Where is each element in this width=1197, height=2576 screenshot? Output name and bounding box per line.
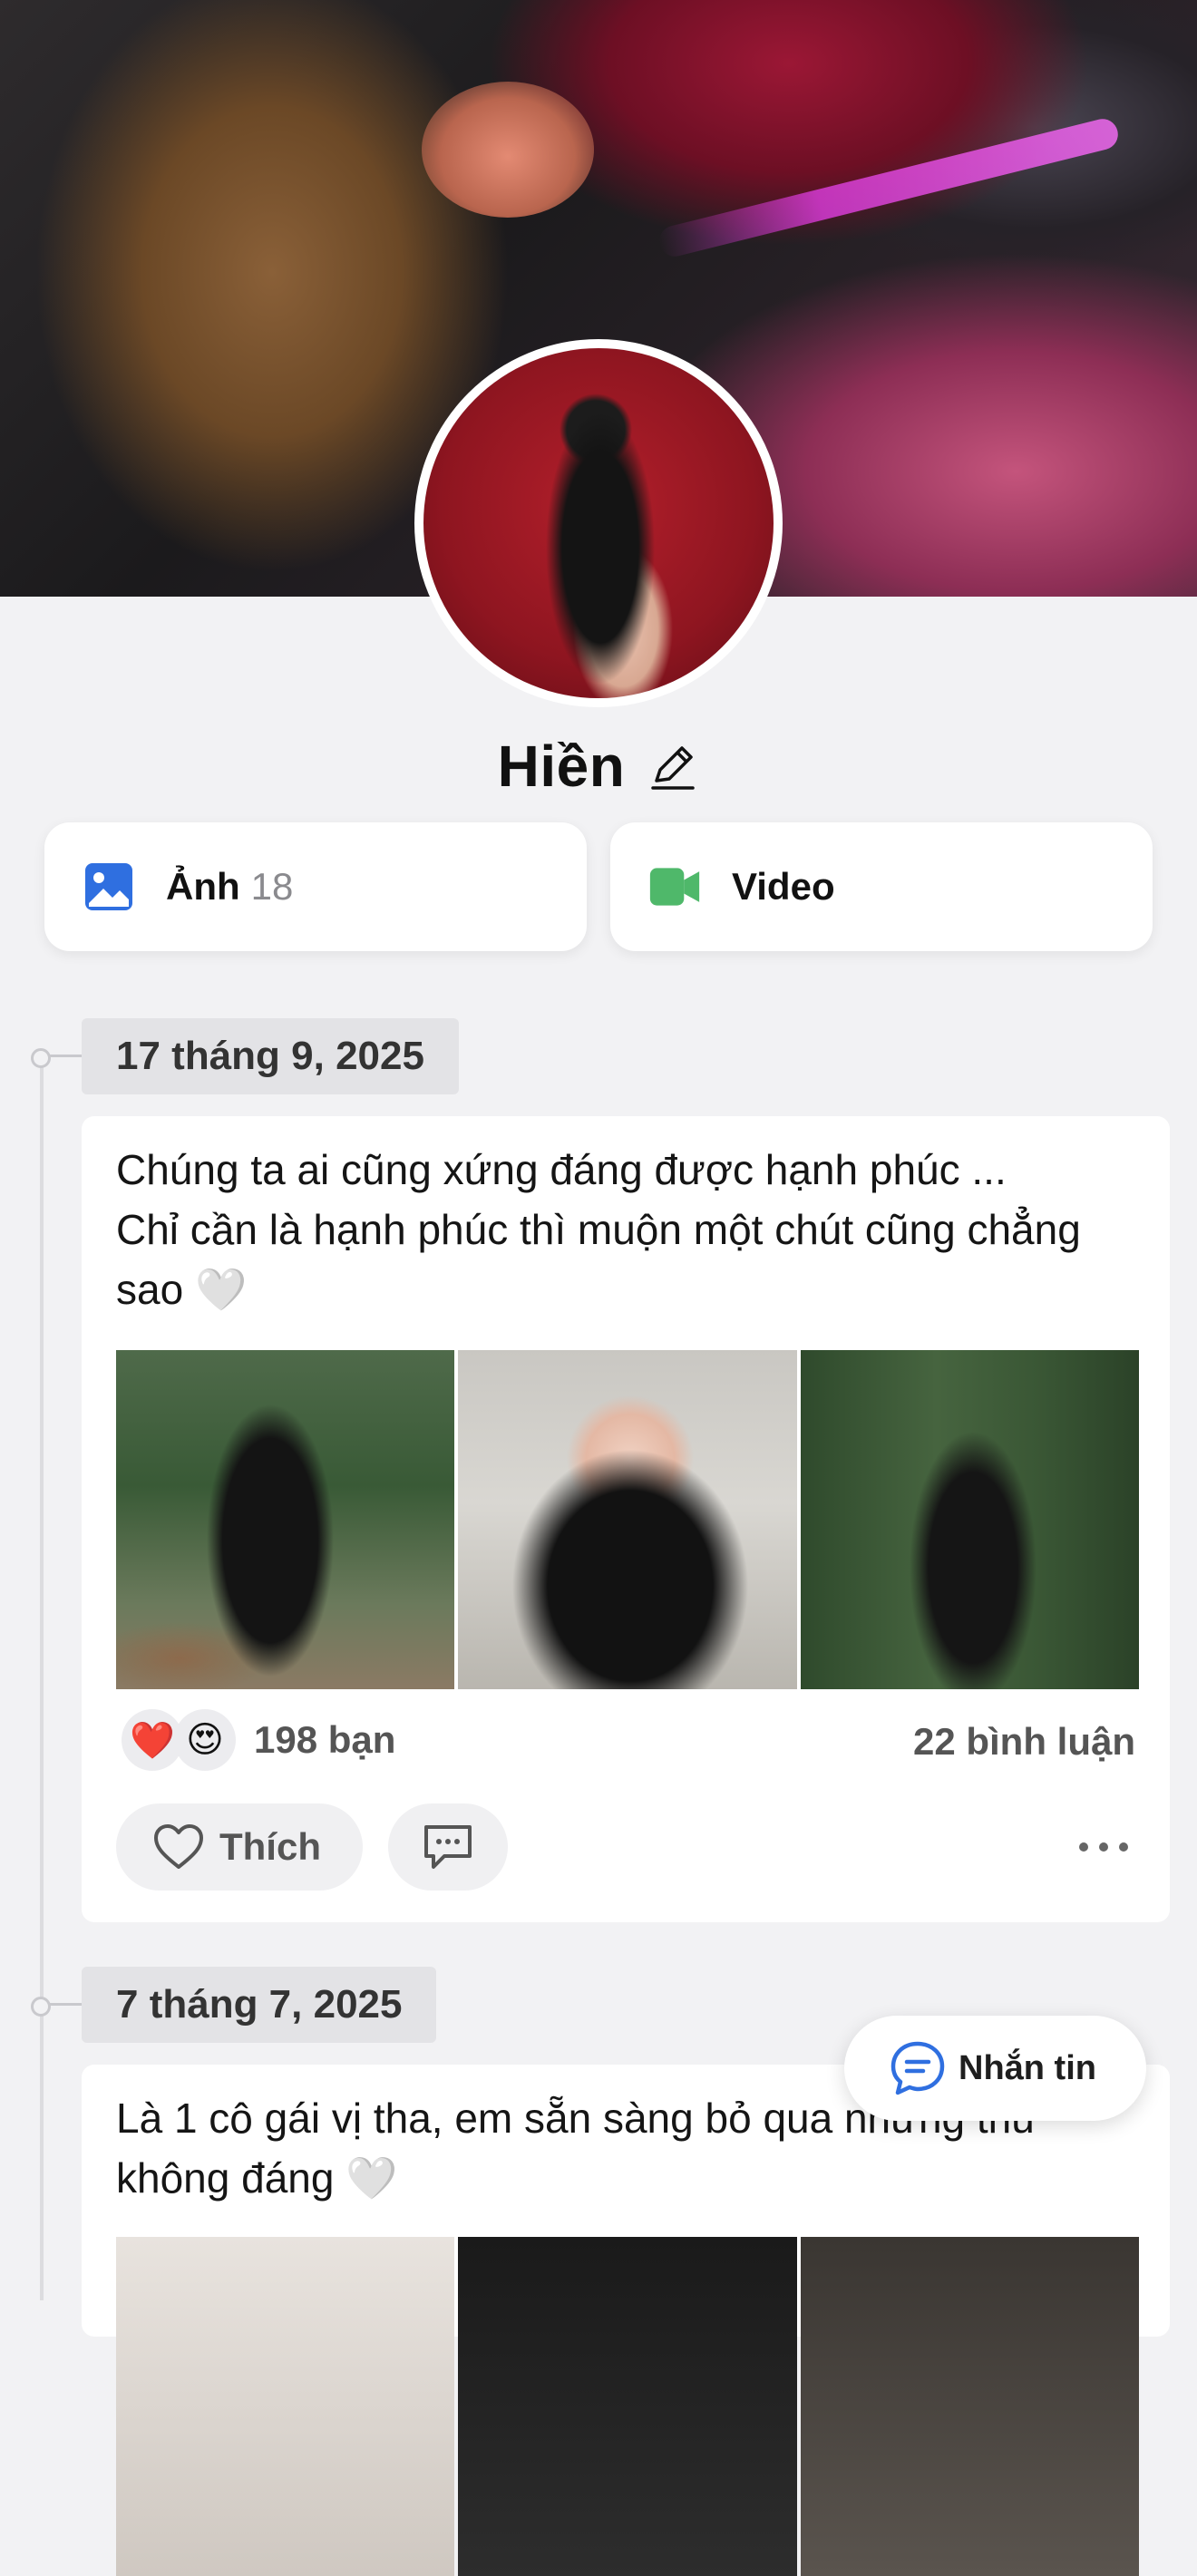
videos-card[interactable]: Video bbox=[610, 822, 1153, 951]
like-label: Thích bbox=[219, 1825, 321, 1868]
videos-label: Video bbox=[732, 865, 835, 908]
image-icon bbox=[83, 860, 135, 913]
chat-bubble-icon bbox=[890, 2040, 946, 2096]
post-text: Chúng ta ai cũng xứng đáng được hạnh phú… bbox=[116, 1140, 1141, 1319]
cover-teddy-bear bbox=[422, 82, 594, 218]
post-photo[interactable] bbox=[116, 1350, 455, 1689]
timeline-connector bbox=[50, 1055, 83, 1057]
post-photo[interactable] bbox=[458, 2237, 797, 2576]
photos-label: Ảnh bbox=[166, 865, 240, 908]
comment-icon bbox=[424, 1825, 472, 1869]
heart-eyes-reaction-icon: 😍 bbox=[174, 1709, 236, 1771]
message-button-label: Nhắn tin bbox=[959, 2048, 1096, 2087]
photos-card[interactable]: Ảnh 18 bbox=[44, 822, 587, 951]
post-photo[interactable] bbox=[800, 2237, 1139, 2576]
post-photo[interactable] bbox=[800, 1350, 1139, 1689]
message-button[interactable]: Nhắn tin bbox=[844, 2016, 1146, 2121]
timeline-line bbox=[40, 1056, 44, 2300]
pencil-icon bbox=[651, 746, 696, 790]
heart-outline-icon bbox=[152, 1821, 205, 1873]
comment-button[interactable] bbox=[388, 1803, 508, 1891]
avatar[interactable] bbox=[423, 348, 774, 698]
post-date: 7 tháng 7, 2025 bbox=[82, 1967, 437, 2043]
post-text-line: không đáng 🤍 bbox=[116, 2154, 398, 2202]
post-photo[interactable] bbox=[458, 1350, 797, 1689]
more-options-button[interactable] bbox=[1072, 1820, 1135, 1874]
timeline-dot bbox=[31, 1997, 51, 2017]
cover-ambient-light bbox=[656, 115, 1122, 260]
edit-name-button[interactable] bbox=[647, 740, 699, 792]
more-horizontal-icon bbox=[1079, 1842, 1128, 1852]
photos-count: 18 bbox=[250, 865, 294, 908]
post-text-line: sao 🤍 bbox=[116, 1266, 248, 1313]
post-date: 17 tháng 9, 2025 bbox=[82, 1018, 459, 1094]
timeline-connector bbox=[50, 2003, 83, 2006]
profile-name: Hiền bbox=[497, 734, 626, 799]
post-photo[interactable] bbox=[116, 2237, 455, 2576]
comment-count[interactable]: 22 bình luận bbox=[913, 1720, 1135, 1764]
post-card: Chúng ta ai cũng xứng đáng được hạnh phú… bbox=[82, 1116, 1170, 1922]
like-button[interactable]: Thích bbox=[116, 1803, 363, 1891]
reaction-summary[interactable]: ❤️ 😍 198 bạn bbox=[122, 1709, 395, 1771]
timeline-dot bbox=[31, 1048, 51, 1068]
reaction-count: 198 bạn bbox=[254, 1718, 396, 1761]
profile-name-row: Hiền bbox=[0, 725, 1197, 807]
post-text-line: Chúng ta ai cũng xứng đáng được hạnh phú… bbox=[116, 1146, 1007, 1193]
video-camera-icon bbox=[648, 860, 701, 913]
post-text-line: Chỉ cần là hạnh phúc thì muộn một chút c… bbox=[116, 1206, 1081, 1253]
post-photo-grid bbox=[116, 2237, 1139, 2576]
post-photo-grid bbox=[116, 1350, 1139, 1689]
